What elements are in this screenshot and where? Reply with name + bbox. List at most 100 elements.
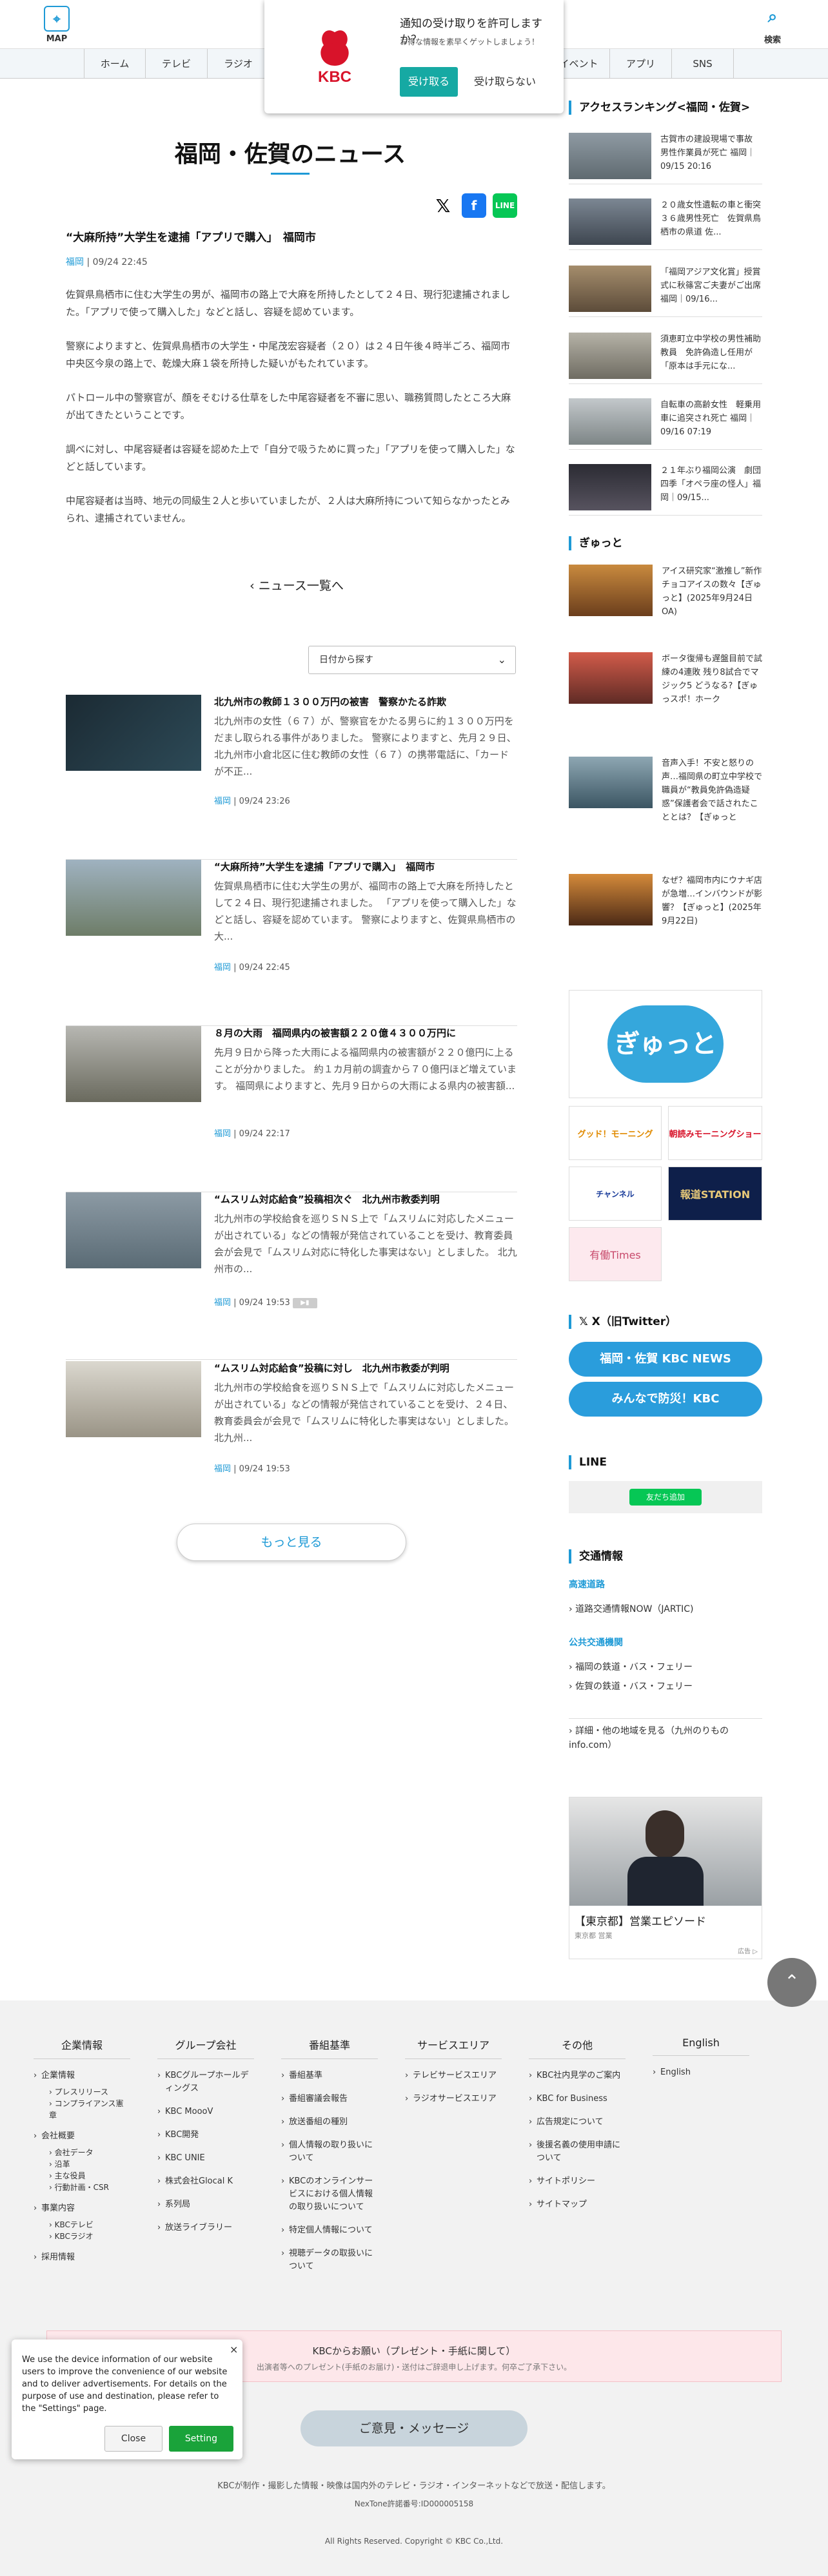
footer-link[interactable]: 視聴データの取扱いについて bbox=[281, 2247, 378, 2273]
article-category[interactable]: 福岡 bbox=[66, 257, 84, 267]
ranking-item[interactable]: 須恵町立中学校の男性補助教員 免許偽造し任用が「原本は手元にな... bbox=[569, 333, 762, 384]
cookie-close-button[interactable]: Close bbox=[104, 2426, 163, 2452]
footer-link[interactable]: KBC社内見学のご案内 bbox=[529, 2069, 626, 2082]
news-title[interactable]: “ムスリム対応給食”投稿に対し 北九州市教委が判明 bbox=[214, 1361, 517, 1375]
news-thumbnail bbox=[66, 695, 201, 771]
share-facebook-icon[interactable]: f bbox=[462, 193, 486, 218]
news-title[interactable]: “大麻所持”大学生を逮捕「アプリで購入」 福岡市 bbox=[214, 860, 517, 873]
footer-link[interactable]: 個人情報の取り扱いについて bbox=[281, 2139, 378, 2165]
footer-link[interactable]: テレビサービスエリア bbox=[405, 2069, 502, 2082]
news-title[interactable]: 北九州市の教師１３００万円の被害 警察かたる詐欺 bbox=[214, 695, 517, 708]
footer-link[interactable]: 系列局 bbox=[157, 2198, 254, 2211]
news-list-item[interactable]: 北九州市の教師１３００万円の被害 警察かたる詐欺 北九州市の女性（６７）が、警察… bbox=[66, 695, 517, 860]
ad-choices-icon[interactable]: 広告 ▷ bbox=[738, 1946, 758, 1955]
footer-link[interactable]: KBC UNIE bbox=[157, 2152, 254, 2165]
footer-sublink[interactable]: › コンプライアンス憲章 bbox=[49, 2098, 130, 2121]
channel-banner[interactable]: チャンネル bbox=[569, 1167, 662, 1221]
search-button[interactable]: ⌕ 検索 bbox=[745, 0, 800, 49]
news-title[interactable]: ８月の大雨 福岡県内の被害額２２０億４３００万円に bbox=[214, 1026, 517, 1040]
gyutto-item[interactable]: 音声入手！不安と怒りの声…福岡県の町立中学校で職員が“教員免許偽造疑惑”保護者会… bbox=[569, 757, 762, 822]
nav-radio[interactable]: ラジオ bbox=[208, 49, 270, 79]
news-description: 北九州市の学校給食を巡りＳＮＳ上で「ムスリムに対応したメニューが出されている」な… bbox=[214, 1382, 515, 1444]
ranking-item[interactable]: ２０歳女性遺転の車と衝突 ３６歳男性死亡 佐賀県鳥栖市の県道 佐... bbox=[569, 199, 769, 250]
ranking-thumbnail bbox=[569, 133, 651, 179]
udo-times-banner[interactable]: 有働Times bbox=[569, 1227, 662, 1281]
gyutto-item[interactable]: アイス研究家“激推し”新作チョコアイスの数々【ぎゅっと】(2025年9月24日O… bbox=[569, 565, 762, 629]
ranking-item[interactable]: 自転車の高齢女性 軽乗用車に追突され死亡 福岡｜09/16 07:19 bbox=[569, 398, 762, 450]
footer-link[interactable]: 特定個人情報について bbox=[281, 2224, 378, 2237]
sidebar-ad[interactable]: 【東京都】営業エピソード 東京都 営業 広告 ▷ bbox=[569, 1797, 762, 1959]
back-to-list-link[interactable]: ‹ ニュース一覧へ bbox=[232, 576, 361, 594]
footer-sublink[interactable]: › KBCラジオ bbox=[49, 2231, 130, 2242]
news-list-item[interactable]: “ムスリム対応給食”投稿に対し 北九州市教委が判明 北九州市の学校給食を巡りＳＮ… bbox=[66, 1361, 517, 1490]
news-list-item[interactable]: “大麻所持”大学生を逮捕「アプリで購入」 福岡市 佐賀県鳥栖市に住む大学生の男が… bbox=[66, 860, 517, 1026]
footer-link[interactable]: サイトポリシー bbox=[529, 2175, 626, 2188]
good-morning-banner[interactable]: グッド！モーニング bbox=[569, 1106, 662, 1160]
news-title[interactable]: “ムスリム対応給食”投稿相次ぐ 北九州市教委判明 bbox=[214, 1192, 517, 1206]
news-list-item[interactable]: ８月の大雨 福岡県内の被害額２２０億４３００万円に 先月９日から降った大雨による… bbox=[66, 1026, 517, 1192]
news-category[interactable]: 福岡 bbox=[214, 1129, 231, 1139]
footer-link[interactable]: 広告規定について bbox=[529, 2116, 626, 2129]
map-button[interactable]: ⌖ MAP bbox=[30, 0, 84, 49]
load-more-button[interactable]: もっと見る bbox=[177, 1524, 406, 1561]
footer-sublink[interactable]: › KBCテレビ bbox=[49, 2219, 130, 2231]
footer-link[interactable]: KBC for Business bbox=[529, 2093, 626, 2106]
date-select[interactable]: 日付から探す ⌄ bbox=[308, 646, 516, 674]
share-x-icon[interactable]: 𝕏 bbox=[431, 193, 455, 218]
line-add-friend-button[interactable]: 友だち追加 bbox=[629, 1489, 702, 1506]
hodo-station-banner[interactable]: 報道STATION bbox=[668, 1167, 762, 1221]
scroll-top-button[interactable]: ⌃ bbox=[767, 1958, 816, 2007]
gyutto-banner[interactable]: ぎゅっと bbox=[569, 990, 762, 1098]
traffic-jartic-link[interactable]: › 道路交通情報NOW（JARTIC) bbox=[569, 1602, 693, 1615]
footer-sublink[interactable]: › プレスリリース bbox=[49, 2086, 130, 2098]
morning-show-banner[interactable]: 朝読みモーニングショー bbox=[668, 1106, 762, 1160]
footer-sublink[interactable]: › 行動計画・CSR bbox=[49, 2182, 130, 2193]
ranking-item[interactable]: 「福岡アジア文化賞」授賞式に秋篠宮ご夫妻がご出席 福岡｜09/16... bbox=[569, 266, 762, 317]
footer-link[interactable]: 採用情報 bbox=[34, 2251, 130, 2264]
footer-link[interactable]: 放送番組の種別 bbox=[281, 2116, 378, 2129]
notification-accept-button[interactable]: 受け取る bbox=[400, 67, 458, 97]
gyutto-thumbnail bbox=[569, 565, 653, 616]
nav-app[interactable]: アプリ bbox=[610, 49, 672, 79]
traffic-fukuoka-link[interactable]: › 福岡の鉄道・バス・フェリー bbox=[569, 1660, 693, 1673]
footer-link[interactable]: 番組審議会報告 bbox=[281, 2093, 378, 2106]
ranking-item[interactable]: 古賀市の建設現場で事故 男性作業員が死亡 福岡｜09/15 20:16 bbox=[569, 133, 762, 184]
footer-link[interactable]: KBCのオンラインサービスにおける個人情報の取り扱いについて bbox=[281, 2175, 378, 2214]
news-category[interactable]: 福岡 bbox=[214, 797, 231, 806]
footer-link[interactable]: ラジオサービスエリア bbox=[405, 2093, 502, 2106]
ranking-item[interactable]: ２１年ぶり福岡公演 劇団四季「オペラ座の怪人」福岡｜09/15... bbox=[569, 464, 762, 516]
footer-link[interactable]: English bbox=[653, 2066, 749, 2079]
footer-link[interactable]: KBCグループホールディングス bbox=[157, 2069, 254, 2095]
nav-sns[interactable]: SNS bbox=[672, 49, 734, 79]
traffic-more-link[interactable]: › 詳細・他の地域を見る（九州のりものinfo.com） bbox=[569, 1718, 762, 1752]
x-bousai-button[interactable]: みんなで防災！KBC bbox=[569, 1382, 762, 1417]
footer-link[interactable]: サイトマップ bbox=[529, 2198, 626, 2211]
footer-sublink[interactable]: › 沿革 bbox=[49, 2158, 130, 2170]
nav-home[interactable]: ホーム bbox=[84, 49, 146, 79]
footer-link[interactable]: 会社概要 bbox=[34, 2130, 130, 2143]
notification-decline-button[interactable]: 受け取らない bbox=[469, 67, 540, 97]
footer-link[interactable]: 事業内容 bbox=[34, 2202, 130, 2215]
footer-link[interactable]: 放送ライブラリー bbox=[157, 2222, 254, 2234]
footer-link[interactable]: 後援名義の使用申請について bbox=[529, 2139, 626, 2165]
share-line-icon[interactable]: LINE bbox=[493, 193, 517, 218]
footer-link[interactable]: KBC MoooV bbox=[157, 2106, 254, 2118]
footer-sublink[interactable]: › 会社データ bbox=[49, 2147, 130, 2158]
cookie-setting-button[interactable]: Setting bbox=[169, 2426, 233, 2452]
footer-link[interactable]: 株式会社Glocal K bbox=[157, 2175, 254, 2188]
news-category[interactable]: 福岡 bbox=[214, 1298, 231, 1308]
gyutto-item[interactable]: なぜ？福岡市内にウナギ店が急増…インバウンドが影響？【ぎゅっと】(2025年9月… bbox=[569, 874, 762, 938]
news-list-item[interactable]: “ムスリム対応給食”投稿相次ぐ 北九州市教委判明 北九州市の学校給食を巡りＳＮＳ… bbox=[66, 1192, 517, 1360]
footer-sublink[interactable]: › 主な役員 bbox=[49, 2170, 130, 2182]
x-kbc-news-button[interactable]: 福岡・佐賀 KBC NEWS bbox=[569, 1342, 762, 1377]
opinion-message-button[interactable]: ご意見・メッセージ bbox=[301, 2410, 527, 2446]
news-category[interactable]: 福岡 bbox=[214, 1464, 231, 1474]
gyutto-item[interactable]: ボータ復帰も遅盤目前で試練の4連敗 残り8試合でマジック5 どうなる?【ぎゅっス… bbox=[569, 652, 762, 717]
traffic-saga-link[interactable]: › 佐賀の鉄道・バス・フェリー bbox=[569, 1680, 693, 1692]
kbc-logo-text: KBC bbox=[318, 68, 351, 86]
footer-link[interactable]: KBC開発 bbox=[157, 2129, 254, 2142]
nav-tv[interactable]: テレビ bbox=[146, 49, 208, 79]
footer-link[interactable]: 企業情報 bbox=[34, 2069, 130, 2082]
footer-link[interactable]: 番組基準 bbox=[281, 2069, 378, 2082]
news-category[interactable]: 福岡 bbox=[214, 963, 231, 973]
